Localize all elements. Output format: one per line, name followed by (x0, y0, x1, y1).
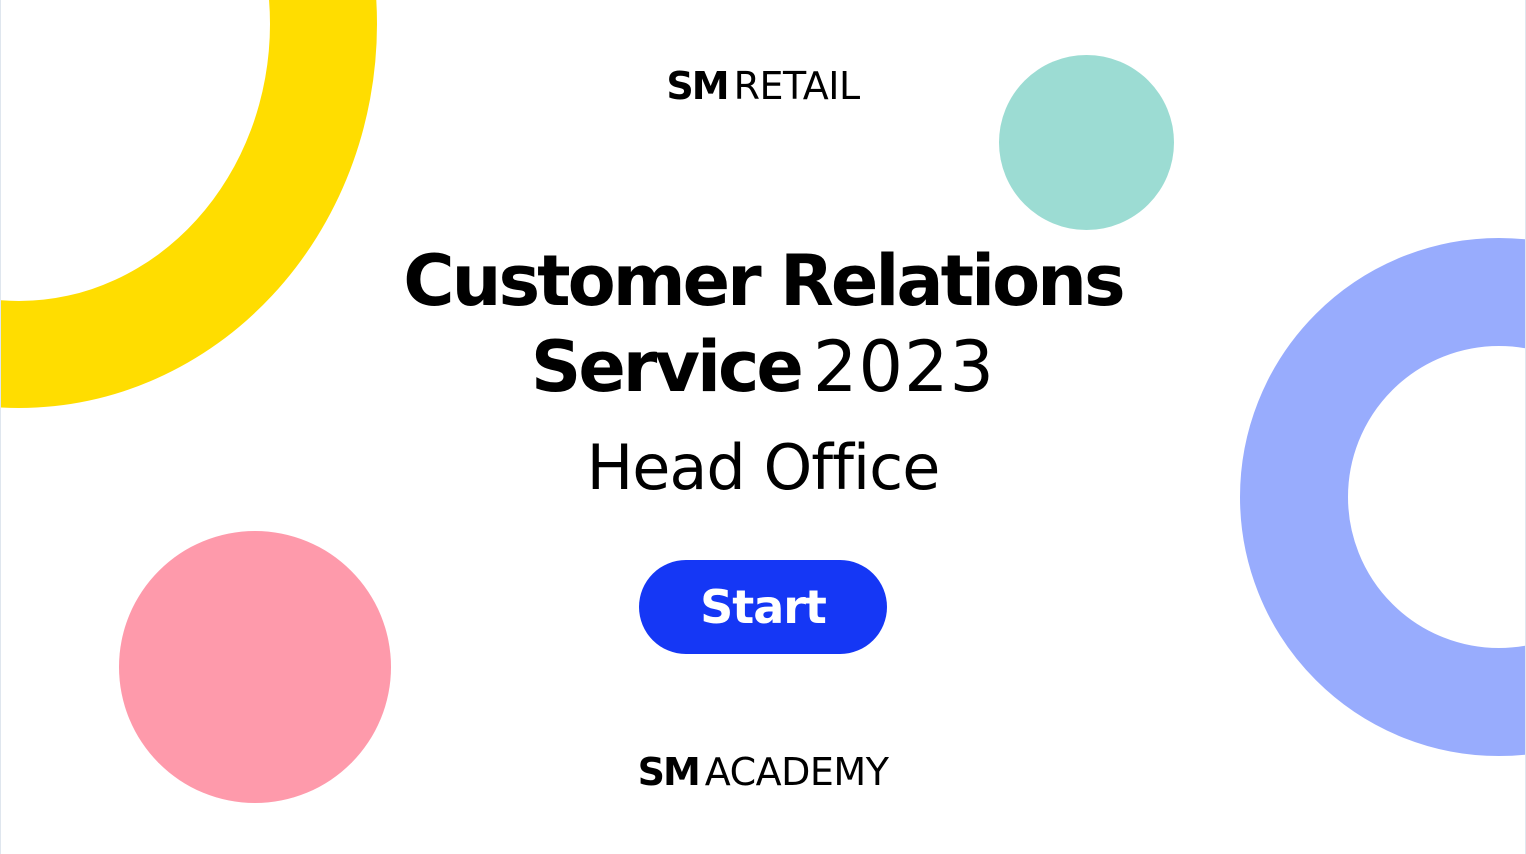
sm-retail-logo: SM RETAIL (1, 67, 1525, 105)
title-line-2: Service 2023 (1, 324, 1525, 410)
sm-academy-logo: SM ACADEMY (1, 753, 1525, 791)
title-line-2-bold: Service (530, 326, 804, 408)
start-button[interactable]: Start (639, 560, 887, 654)
logo-top-bold: SM (666, 64, 729, 108)
title-year: 2023 (812, 326, 996, 408)
title-line-1: Customer Relations (403, 240, 1125, 322)
course-subtitle: Head Office (586, 431, 941, 504)
logo-bottom-bold: SM (637, 750, 701, 794)
logo-top-light: RETAIL (733, 64, 861, 108)
logo-bottom-light: ACADEMY (704, 750, 889, 794)
course-intro-slide: SM RETAIL Customer Relations Service 2023 … (0, 0, 1526, 854)
course-title: Customer Relations Service 2023 (1, 238, 1525, 410)
